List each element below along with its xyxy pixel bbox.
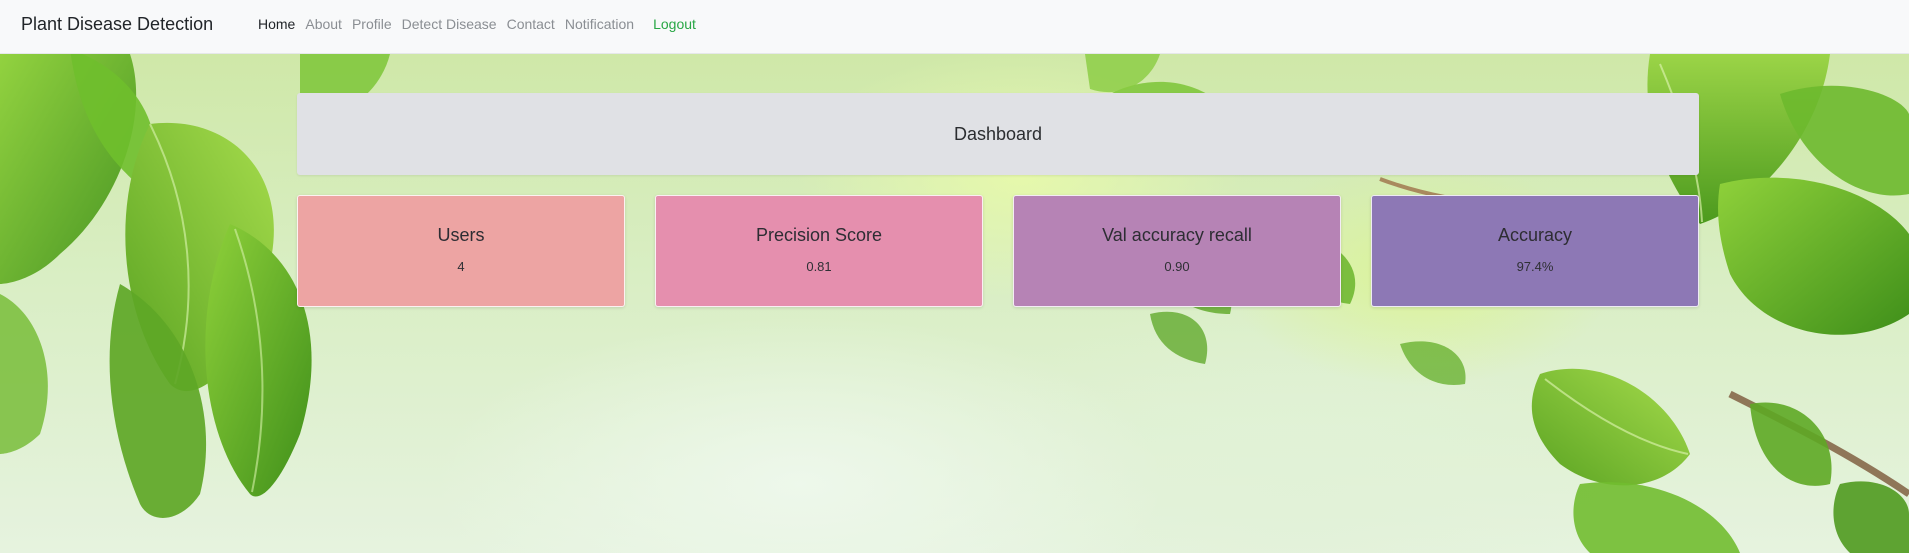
accuracy-card: Accuracy 97.4%: [1371, 195, 1699, 307]
nav-links: Home About Profile Detect Disease Contac…: [258, 16, 706, 32]
card-title: Accuracy: [1497, 225, 1573, 245]
card-title: Precision Score: [755, 225, 883, 245]
val-accuracy-recall-card: Val accuracy recall 0.90: [1013, 195, 1341, 307]
card-title: Val accuracy recall: [1102, 225, 1252, 245]
precision-score-card: Precision Score 0.81: [655, 195, 983, 307]
dashboard-header: Dashboard: [297, 93, 1699, 175]
top-navbar: Plant Disease Detection Home About Profi…: [0, 0, 1909, 54]
dashboard-title: Dashboard: [953, 123, 1043, 144]
card-value: 97.4%: [1516, 259, 1554, 274]
card-value: 0.90: [1164, 259, 1190, 274]
nav-contact-link[interactable]: Contact: [507, 16, 555, 32]
users-card: Users 4: [297, 195, 625, 307]
brand-link[interactable]: Plant Disease Detection: [21, 14, 213, 35]
nav-profile-link[interactable]: Profile: [352, 16, 392, 32]
card-value: 0.81: [806, 259, 832, 274]
nav-notification-link[interactable]: Notification: [565, 16, 634, 32]
nav-about-link[interactable]: About: [305, 16, 342, 32]
nav-detect-disease-link[interactable]: Detect Disease: [402, 16, 497, 32]
nav-home-link[interactable]: Home: [258, 16, 295, 32]
card-value: 4: [457, 259, 465, 274]
logout-link[interactable]: Logout: [653, 16, 696, 32]
card-title: Users: [437, 225, 485, 245]
